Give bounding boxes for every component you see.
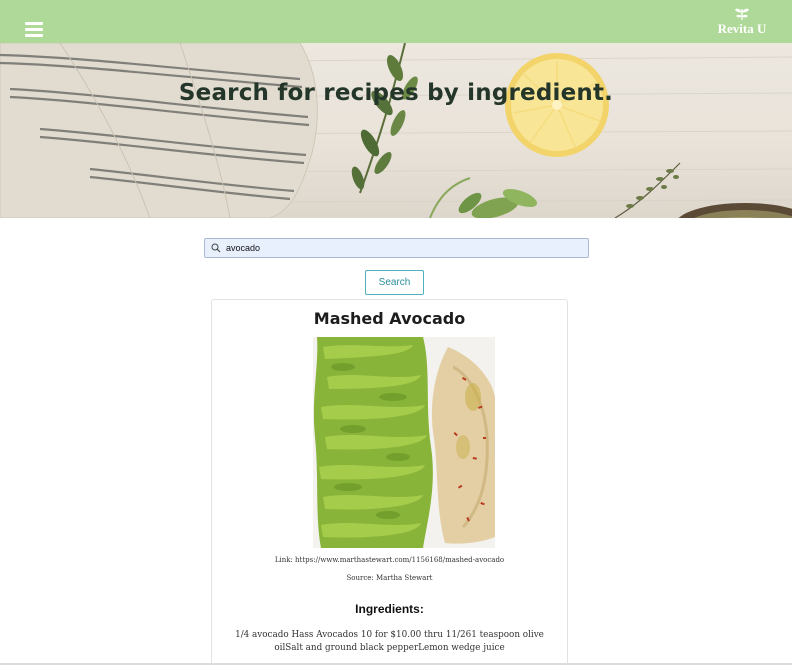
recipe-source: Source: Martha Stewart bbox=[346, 574, 433, 582]
ingredients-list: 1/4 avocado Hass Avocados 10 for $10.00 … bbox=[235, 630, 544, 653]
recipe-card: Mashed Avocado Link: https://www.marthas… bbox=[211, 299, 568, 665]
leaf-sprout-icon bbox=[735, 8, 749, 21]
search-input[interactable] bbox=[226, 240, 581, 256]
brand-name: Revita U bbox=[717, 21, 767, 36]
menu-bar bbox=[25, 34, 43, 37]
hero-banner: Search for recipes by ingredient. bbox=[0, 43, 792, 218]
brand-logo[interactable]: Revita U bbox=[714, 7, 770, 39]
recipe-title: Mashed Avocado bbox=[313, 309, 466, 328]
recipe-link[interactable]: Link: https://www.marthastewart.com/1156… bbox=[212, 556, 567, 564]
hero-title: Search for recipes by ingredient. bbox=[178, 80, 614, 106]
search-button[interactable]: Search bbox=[365, 270, 424, 295]
search-icon bbox=[211, 243, 221, 253]
hamburger-menu-icon[interactable] bbox=[25, 22, 43, 38]
menu-bar bbox=[25, 22, 43, 25]
menu-bar bbox=[25, 28, 43, 31]
search-field[interactable] bbox=[204, 238, 589, 258]
ingredients-heading: Ingredients: bbox=[355, 602, 424, 616]
top-nav-bar: Revita U bbox=[0, 0, 792, 43]
hero-background-image bbox=[0, 43, 792, 218]
recipe-image bbox=[313, 337, 495, 548]
